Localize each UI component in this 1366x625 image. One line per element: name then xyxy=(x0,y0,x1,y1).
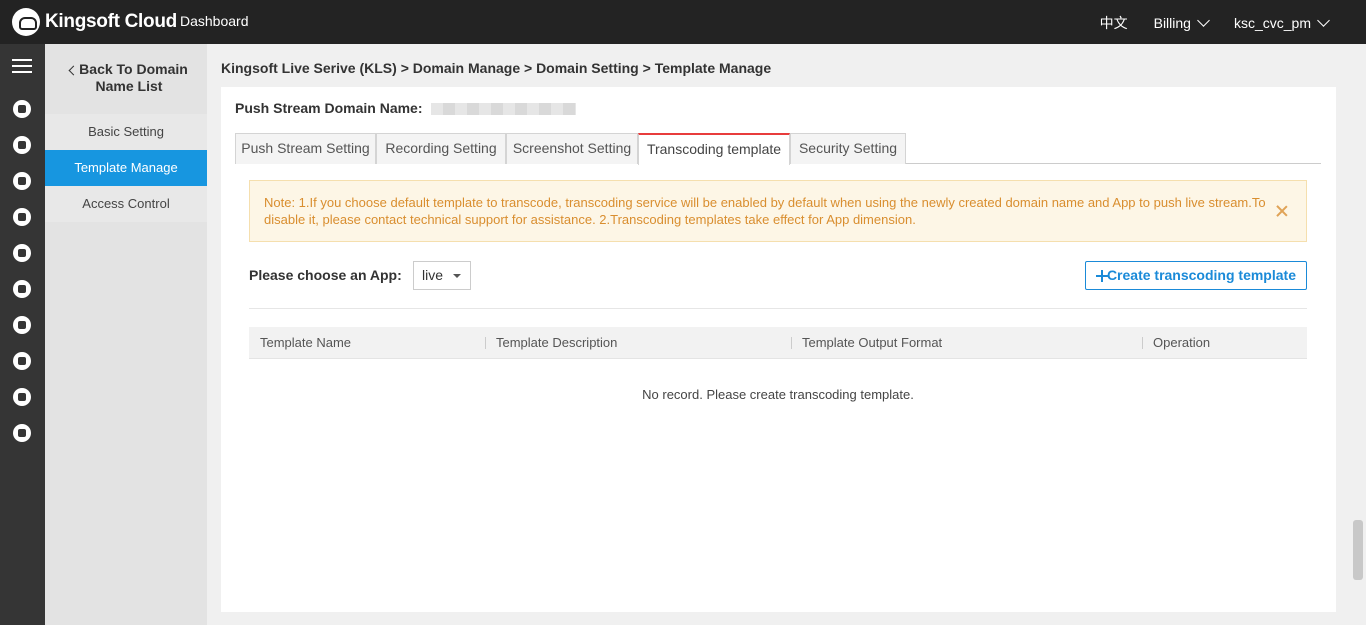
brand-logo[interactable]: Kingsoft Cloud xyxy=(12,8,177,36)
sidebar-item-template-manage[interactable]: Template Manage xyxy=(45,150,207,186)
tab-recording-setting[interactable]: Recording Setting xyxy=(376,133,506,164)
list-icon[interactable] xyxy=(13,208,31,226)
app-select-label: Please choose an App: xyxy=(249,267,402,283)
column-operation: Operation xyxy=(1153,335,1211,350)
upload-cloud-icon[interactable] xyxy=(13,388,31,406)
breadcrumb: Kingsoft Live Serive (KLS) > Domain Mana… xyxy=(221,60,772,76)
top-bar: Kingsoft Cloud Dashboard 中文 Billing ksc_… xyxy=(0,0,1366,44)
page-scrollbar[interactable] xyxy=(1350,44,1366,625)
app-select[interactable]: live xyxy=(413,261,471,290)
column-template-description: Template Description xyxy=(496,335,618,350)
scrollbar-thumb[interactable] xyxy=(1353,520,1363,580)
table-header: Template Name Template Description Templ… xyxy=(249,327,1307,359)
cloud-logo-icon xyxy=(12,8,40,36)
create-button-label: Create transcoding template xyxy=(1106,267,1296,283)
monitor-icon[interactable] xyxy=(13,136,31,154)
sub-sidebar: Back To Domain Name List Basic Setting T… xyxy=(45,44,207,625)
plus-icon xyxy=(1096,270,1108,282)
product-icon-rail xyxy=(0,44,45,625)
back-link-label: Back To Domain Name List xyxy=(79,61,188,94)
divider xyxy=(249,308,1307,309)
caret-down-icon xyxy=(453,274,461,278)
domain-name-redacted xyxy=(430,103,576,116)
back-to-domain-list-link[interactable]: Back To Domain Name List xyxy=(45,44,207,114)
domain-name-row: Push Stream Domain Name: xyxy=(235,100,576,116)
chevron-left-icon xyxy=(68,65,79,76)
network-icon[interactable] xyxy=(13,172,31,190)
billing-label: Billing xyxy=(1153,15,1191,31)
settings-tabs: Push Stream Setting Recording Setting Sc… xyxy=(235,133,1321,165)
top-right-menu: 中文 Billing ksc_cvc_pm xyxy=(1100,13,1330,33)
share-icon[interactable] xyxy=(13,280,31,298)
tab-screenshot-setting[interactable]: Screenshot Setting xyxy=(506,133,638,164)
people-icon[interactable] xyxy=(13,244,31,262)
live-icon[interactable] xyxy=(13,316,31,334)
content-panel: Push Stream Domain Name: Push Stream Set… xyxy=(221,87,1336,612)
create-transcoding-template-button[interactable]: Create transcoding template xyxy=(1085,261,1307,290)
column-separator xyxy=(791,337,792,349)
tab-security-setting[interactable]: Security Setting xyxy=(790,133,906,164)
column-template-name: Template Name xyxy=(260,335,352,350)
notice-banner: Note: 1.If you choose default template t… xyxy=(249,180,1307,242)
database-icon[interactable] xyxy=(13,352,31,370)
chevron-down-icon xyxy=(1317,14,1330,27)
table-empty-message: No record. Please create transcoding tem… xyxy=(642,387,914,402)
tab-transcoding-template[interactable]: Transcoding template xyxy=(638,133,790,165)
domain-name-label: Push Stream Domain Name: xyxy=(235,100,423,116)
tab-push-stream-setting[interactable]: Push Stream Setting xyxy=(235,133,376,164)
cloud-server-icon[interactable] xyxy=(13,100,31,118)
column-template-output-format: Template Output Format xyxy=(802,335,943,350)
sidebar-item-access-control[interactable]: Access Control xyxy=(45,186,207,222)
brand-name: Kingsoft Cloud xyxy=(45,11,177,32)
user-name: ksc_cvc_pm xyxy=(1233,15,1311,31)
sidebar-item-basic-setting[interactable]: Basic Setting xyxy=(45,114,207,150)
dashboard-link[interactable]: Dashboard xyxy=(180,13,249,29)
billing-menu[interactable]: Billing xyxy=(1153,14,1210,31)
menu-icon[interactable] xyxy=(12,59,32,77)
user-menu[interactable]: ksc_cvc_pm xyxy=(1233,14,1330,31)
document-icon[interactable] xyxy=(13,424,31,442)
chevron-down-icon xyxy=(1197,14,1210,27)
close-icon[interactable] xyxy=(1276,205,1288,217)
language-switch[interactable]: 中文 xyxy=(1100,13,1128,33)
column-separator xyxy=(485,337,486,349)
notice-text: Note: 1.If you choose default template t… xyxy=(264,195,1266,227)
app-select-value: live xyxy=(422,267,444,283)
column-separator xyxy=(1142,337,1143,349)
